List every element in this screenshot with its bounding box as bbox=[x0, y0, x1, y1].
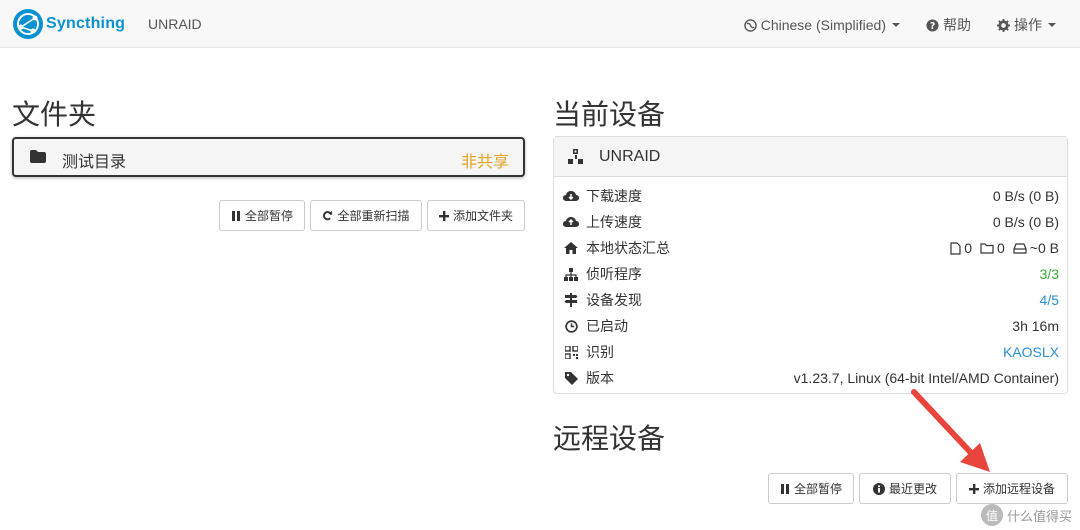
sitemap-icon bbox=[564, 267, 578, 281]
clock-icon bbox=[564, 319, 578, 333]
device-qr-icon bbox=[568, 149, 583, 164]
pause-icon bbox=[231, 210, 240, 221]
uptime-value: 3h 16m bbox=[1012, 318, 1059, 334]
cloud-upload-icon bbox=[563, 217, 579, 227]
actions-dropdown[interactable]: 操作 bbox=[997, 15, 1056, 35]
watermark-text: 什么值得买 bbox=[1006, 508, 1072, 524]
actions-label: 操作 bbox=[1014, 17, 1042, 33]
version-label: 版本 bbox=[586, 370, 614, 386]
pause-all-label: 全部暂停 bbox=[244, 209, 293, 223]
size-value: ~0 B bbox=[1029, 240, 1059, 256]
add-folder-label: 添加文件夹 bbox=[452, 209, 513, 223]
brand[interactable]: Syncthing bbox=[12, 8, 125, 40]
download-value: 0 B/s (0 B) bbox=[992, 188, 1059, 204]
pause-all-devices-button[interactable]: 全部暂停 bbox=[768, 473, 854, 504]
svg-text:?: ? bbox=[930, 20, 935, 31]
dirs-count: 0 bbox=[997, 240, 1005, 256]
navbar: Syncthing UNRAID Chinese (Simplified) ? … bbox=[0, 0, 1080, 48]
listeners-row: 侦听程序 3/3 bbox=[554, 261, 1067, 287]
qrcode-icon bbox=[564, 345, 578, 359]
download-label: 下载速度 bbox=[586, 188, 642, 204]
rescan-all-button[interactable]: 全部重新扫描 bbox=[310, 200, 422, 231]
tag-icon bbox=[564, 371, 578, 385]
cloud-download-icon bbox=[563, 191, 579, 201]
remote-devices-title: 远程设备 bbox=[553, 423, 666, 454]
listeners-label: 侦听程序 bbox=[586, 266, 642, 282]
listeners-value[interactable]: 3/3 bbox=[1040, 266, 1059, 282]
identity-label: 识别 bbox=[586, 344, 614, 360]
upload-rate-row: 上传速度 0 B/s (0 B) bbox=[554, 209, 1067, 235]
device-name: UNRAID bbox=[599, 148, 661, 165]
folder-panel[interactable]: 测试目录 非共享 bbox=[12, 137, 525, 177]
identity-row: 识别 KAOSLX bbox=[554, 339, 1067, 365]
question-circle-icon: ? bbox=[926, 18, 939, 31]
local-state-row: 本地状态汇总 0 0 ~0 B bbox=[554, 235, 1067, 261]
brand-name: Syncthing bbox=[46, 15, 126, 32]
home-icon bbox=[564, 242, 578, 254]
folders-title: 文件夹 bbox=[12, 99, 97, 130]
discovery-row: 设备发现 4/5 bbox=[554, 287, 1067, 313]
file-icon bbox=[950, 241, 961, 255]
discovery-label: 设备发现 bbox=[586, 292, 642, 308]
add-remote-device-button[interactable]: 添加远程设备 bbox=[956, 473, 1068, 504]
uptime-row: 已启动 3h 16m bbox=[554, 313, 1067, 339]
add-folder-button[interactable]: 添加文件夹 bbox=[427, 200, 525, 231]
folder-outline-icon bbox=[980, 243, 994, 254]
hdd-icon bbox=[1013, 242, 1027, 254]
files-count: 0 bbox=[964, 240, 972, 256]
chevron-down-icon bbox=[1048, 23, 1056, 27]
help-menu[interactable]: ? 帮助 bbox=[926, 15, 971, 35]
local-state-label: 本地状态汇总 bbox=[586, 240, 670, 256]
help-label: 帮助 bbox=[943, 17, 971, 33]
discovery-value[interactable]: 4/5 bbox=[1040, 292, 1059, 308]
globe-icon bbox=[743, 18, 757, 32]
host-name: UNRAID bbox=[148, 16, 202, 32]
uptime-label: 已启动 bbox=[586, 318, 628, 334]
add-remote-label: 添加远程设备 bbox=[982, 482, 1055, 496]
recent-changes-label: 最近更改 bbox=[888, 482, 937, 496]
info-circle-icon bbox=[872, 482, 885, 495]
folder-name: 测试目录 bbox=[62, 154, 127, 171]
this-device-panel: UNRAID 下载速度 0 B/s (0 B) 上传速度 0 B/s (0 B)… bbox=[553, 136, 1068, 394]
syncthing-logo-icon bbox=[13, 9, 43, 39]
watermark: 值 什么值得买 bbox=[980, 504, 1072, 526]
folder-icon bbox=[30, 150, 46, 163]
plus-icon bbox=[968, 483, 979, 494]
device-header[interactable]: UNRAID bbox=[554, 137, 1067, 177]
signpost-icon bbox=[564, 293, 578, 307]
language-dropdown[interactable]: Chinese (Simplified) bbox=[743, 17, 900, 33]
chevron-down-icon bbox=[892, 23, 900, 27]
folder-status: 非共享 bbox=[460, 154, 509, 171]
watermark-logo: 值 bbox=[980, 504, 1003, 526]
upload-label: 上传速度 bbox=[586, 214, 642, 230]
gear-icon bbox=[997, 18, 1010, 32]
upload-value: 0 B/s (0 B) bbox=[992, 214, 1059, 230]
recent-changes-button[interactable]: 最近更改 bbox=[859, 473, 951, 504]
rescan-all-label: 全部重新扫描 bbox=[337, 209, 410, 223]
this-device-title: 当前设备 bbox=[553, 99, 666, 130]
language-label: Chinese (Simplified) bbox=[760, 17, 886, 33]
pause-all-devices-label: 全部暂停 bbox=[793, 482, 842, 496]
plus-icon bbox=[438, 210, 449, 221]
refresh-icon bbox=[323, 210, 333, 221]
pause-all-folders-button[interactable]: 全部暂停 bbox=[219, 200, 305, 231]
identity-value[interactable]: KAOSLX bbox=[1003, 344, 1059, 360]
pause-icon bbox=[780, 483, 789, 494]
download-rate-row: 下载速度 0 B/s (0 B) bbox=[554, 183, 1067, 209]
version-row: 版本 v1.23.7, Linux (64-bit Intel/AMD Cont… bbox=[554, 365, 1067, 391]
version-value: v1.23.7, Linux (64-bit Intel/AMD Contain… bbox=[793, 370, 1059, 386]
